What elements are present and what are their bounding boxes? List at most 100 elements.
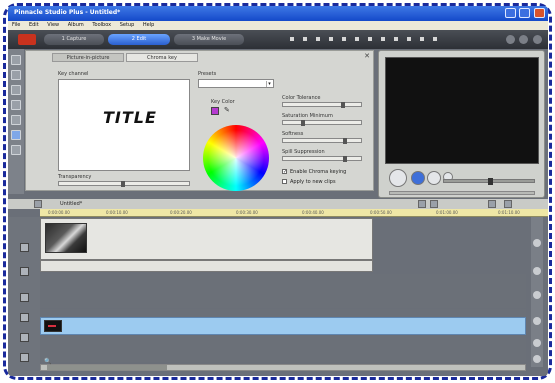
overlay-track[interactable] xyxy=(40,274,526,308)
enable-chroma-keying-label: Enable Chroma keying xyxy=(290,169,347,175)
eyedropper-icon[interactable]: ✎ xyxy=(224,106,230,114)
menu-album[interactable]: Album xyxy=(68,22,84,28)
presets-dropdown[interactable]: ▾ xyxy=(198,79,274,88)
video-toolbox-icon[interactable] xyxy=(11,55,21,65)
tab-make-movie[interactable]: 3 Make Movie xyxy=(174,34,244,45)
mode-icons xyxy=(503,35,542,46)
timeline-view-icon[interactable] xyxy=(488,200,496,208)
window-controls xyxy=(503,8,545,20)
trash-icon[interactable] xyxy=(430,200,438,208)
sound-effects-track[interactable] xyxy=(40,336,526,362)
undo-icon[interactable] xyxy=(505,35,515,44)
menus-icon[interactable] xyxy=(11,115,21,125)
spill-suppression-slider[interactable] xyxy=(282,156,362,162)
razor-icon[interactable] xyxy=(418,200,426,208)
title-clip-thumbnail[interactable] xyxy=(44,320,62,332)
video-track-icon[interactable] xyxy=(20,243,29,252)
color-tolerance-knob[interactable] xyxy=(341,102,345,108)
softness-slider[interactable] xyxy=(282,138,362,144)
menu-toolbox[interactable]: Toolbox xyxy=(92,22,111,28)
titles-icon[interactable] xyxy=(11,85,21,95)
menu-view[interactable]: View xyxy=(47,22,59,28)
maximize-button[interactable] xyxy=(519,8,531,18)
chevron-down-icon[interactable]: ▾ xyxy=(266,81,272,87)
softness-label: Softness xyxy=(282,131,304,137)
volume-icon[interactable] xyxy=(533,239,541,247)
photos-icon[interactable] xyxy=(11,100,21,110)
text-view-icon[interactable] xyxy=(504,200,512,208)
enable-chroma-keying-checkbox[interactable]: ✓ xyxy=(282,169,287,175)
jog-slider[interactable] xyxy=(443,178,535,185)
go-to-start-button[interactable] xyxy=(411,171,425,185)
timeline-ruler[interactable]: 0:00:00.00 0:00:10.00 0:00:20.00 0:00:30… xyxy=(40,209,548,217)
video-preview-screen xyxy=(385,57,539,164)
saturation-minimum-label: Saturation Minimum xyxy=(282,113,333,119)
help-icon[interactable] xyxy=(533,35,542,44)
pinnacle-logo-icon xyxy=(18,34,36,45)
key-color-swatch[interactable] xyxy=(211,107,219,115)
tab-capture[interactable]: 1 Capture xyxy=(44,34,104,45)
saturation-minimum-knob[interactable] xyxy=(301,120,305,126)
ruler-label: 0:01:00.00 xyxy=(436,210,458,215)
title-track[interactable] xyxy=(40,317,526,335)
spill-suppression-knob[interactable] xyxy=(343,156,347,162)
menu-setup[interactable]: Setup xyxy=(120,22,135,28)
close-button[interactable] xyxy=(534,8,545,18)
timeline-scrollbar[interactable] xyxy=(40,364,526,371)
audio-track[interactable] xyxy=(40,260,373,272)
volume-icon[interactable] xyxy=(533,355,541,363)
project-name: Untitled* xyxy=(60,201,83,207)
timeline-vertical-controls xyxy=(531,217,543,367)
audio-icon[interactable] xyxy=(11,145,21,155)
volume-icon[interactable] xyxy=(533,267,541,275)
redo-icon[interactable] xyxy=(519,35,529,44)
timeline-toolbar: Untitled* xyxy=(8,199,548,209)
volume-icon[interactable] xyxy=(533,291,541,299)
minimize-button[interactable] xyxy=(504,8,516,18)
close-panel-icon[interactable]: ✕ xyxy=(364,52,370,60)
spill-suppression-label: Spill Suppression xyxy=(282,149,325,155)
saturation-minimum-slider[interactable] xyxy=(282,120,362,126)
enable-chroma-keying-row[interactable]: ✓ Enable Chroma keying xyxy=(282,169,346,175)
title-bar: Pinnacle Studio Plus - Untitled* xyxy=(8,6,548,21)
music-track-icon[interactable] xyxy=(20,353,29,362)
transitions-icon[interactable] xyxy=(11,70,21,80)
zoom-icon[interactable]: 🔍 xyxy=(44,358,51,365)
chroma-key-panel: Picture-in-picture Chroma key ✕ Key chan… xyxy=(25,50,374,191)
audio-track-icon[interactable] xyxy=(20,267,29,276)
video-track[interactable] xyxy=(40,218,373,260)
video-clip-thumbnail[interactable] xyxy=(45,223,87,253)
volume-icon[interactable] xyxy=(533,317,541,325)
storyboard-view-icon[interactable] xyxy=(34,200,42,208)
app-window: Pinnacle Studio Plus - Untitled* File Ed… xyxy=(8,6,548,376)
ruler-label: 0:01:10.00 xyxy=(498,210,520,215)
color-tolerance-slider[interactable] xyxy=(282,102,362,108)
jog-knob[interactable] xyxy=(488,178,493,185)
apply-to-new-clips-checkbox[interactable] xyxy=(282,179,287,184)
progress-dots xyxy=(290,37,440,41)
overlay-track-icon[interactable] xyxy=(20,293,29,302)
play-button[interactable] xyxy=(389,169,407,187)
transparency-slider[interactable] xyxy=(58,181,190,187)
rewind-button[interactable] xyxy=(427,171,441,185)
overlay-track-lower[interactable] xyxy=(40,309,526,317)
menu-help[interactable]: Help xyxy=(143,22,154,28)
apply-to-new-clips-row[interactable]: Apply to new clips xyxy=(282,179,336,185)
softness-knob[interactable] xyxy=(343,138,347,144)
transparency-knob[interactable] xyxy=(121,181,125,187)
menu-edit[interactable]: Edit xyxy=(29,22,39,28)
tab-chroma-key[interactable]: Chroma key xyxy=(126,53,198,62)
scrollbar-thumb[interactable] xyxy=(47,365,167,370)
sound-effects-track-icon[interactable] xyxy=(20,333,29,342)
tab-edit[interactable]: 2 Edit xyxy=(108,34,170,45)
tab-picture-in-picture[interactable]: Picture-in-picture xyxy=(52,53,124,62)
key-channel-preview: TITLE xyxy=(58,79,190,171)
color-wheel[interactable] xyxy=(203,125,269,191)
scrubber-bar[interactable] xyxy=(389,191,535,195)
volume-icon[interactable] xyxy=(533,339,541,347)
track-headers xyxy=(8,217,40,376)
effects-icon[interactable] xyxy=(11,130,21,140)
ruler-label: 0:00:30.00 xyxy=(236,210,258,215)
title-track-icon[interactable] xyxy=(20,313,29,322)
menu-file[interactable]: File xyxy=(12,22,20,28)
